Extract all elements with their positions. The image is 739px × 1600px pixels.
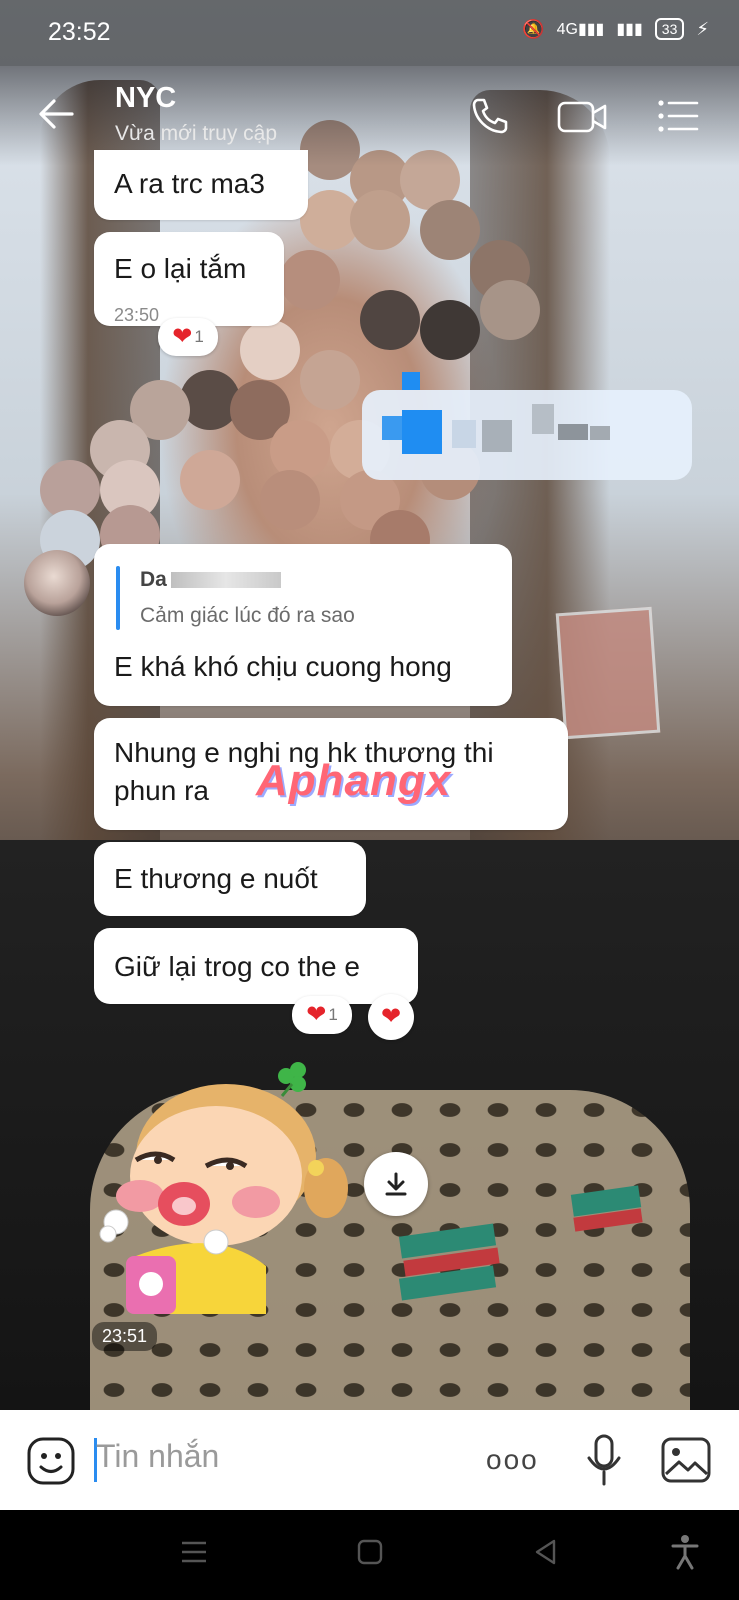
status-time: 23:52 (48, 18, 111, 46)
emoji-icon[interactable] (26, 1436, 76, 1486)
sticker-image[interactable] (96, 1056, 356, 1320)
heart-icon: ❤ (306, 1001, 327, 1028)
recents-menu-icon[interactable] (180, 1538, 208, 1566)
signal-icon: 4G▮▮▮ (556, 21, 605, 38)
message-text: E khá khó chịu cuong hong (114, 651, 452, 682)
heart-icon: ❤ (172, 323, 193, 350)
message-text: A ra trc ma3 (114, 168, 265, 199)
reaction-count: 1 (194, 327, 204, 346)
video-icon[interactable] (556, 94, 608, 138)
censored-sent-bubble (362, 372, 692, 480)
message-time: 23:50 (114, 305, 160, 325)
more-options-icon[interactable]: ooo (486, 1444, 539, 1476)
reaction-badge[interactable]: ❤ 1 (292, 996, 352, 1034)
image-gallery-icon[interactable] (660, 1436, 712, 1484)
download-button[interactable] (364, 1152, 428, 1216)
charging-icon: ⚡ (696, 18, 709, 39)
message-text: Giữ lại trog co the e (114, 951, 360, 982)
back-icon[interactable] (532, 1538, 560, 1566)
microphone-icon[interactable] (584, 1432, 624, 1488)
system-navigation-bar (0, 1510, 739, 1600)
back-arrow-icon[interactable] (36, 94, 76, 134)
message-bubble[interactable]: E thương e nuốt (94, 842, 366, 916)
heart-icon: ❤ (380, 1003, 402, 1030)
status-icons: 🔕 4G▮▮▮ ▮▮▮ 33 ⚡ (522, 18, 709, 40)
quote-bar (116, 566, 120, 630)
signal-icon-2: ▮▮▮ (616, 21, 643, 38)
battery-icon: 33 (654, 18, 685, 40)
download-icon (385, 1172, 407, 1196)
last-seen-status: Vừa mới truy cập (115, 122, 278, 145)
sticker-time: 23:51 (92, 1322, 158, 1351)
reaction-badge[interactable]: ❤ 1 (158, 318, 218, 356)
vibrate-mute-icon: 🔕 (522, 18, 545, 39)
phone-icon[interactable] (468, 94, 512, 138)
message-bubble[interactable]: A ra trc ma3 (94, 150, 308, 220)
message-body: E khá khó chịu cuong hong (94, 640, 512, 700)
message-bubble[interactable]: Giữ lại trog co the e (94, 928, 418, 1004)
reaction-count: 1 (328, 1005, 338, 1024)
message-bubble[interactable]: E o lại tắm 23:50 (94, 232, 284, 326)
quote-author: Da (140, 568, 281, 592)
message-text: E thương e nuốt (114, 863, 318, 894)
contact-name[interactable]: NYC (115, 82, 176, 115)
status-bar: 23:52 🔕 4G▮▮▮ ▮▮▮ 33 ⚡ (0, 0, 739, 66)
quote-text: Cảm giác lúc đó ra sao (140, 604, 355, 627)
watermark-logo: Aphangx (256, 756, 452, 805)
accessibility-icon[interactable] (670, 1534, 700, 1570)
home-icon[interactable] (356, 1538, 384, 1566)
add-reaction-button[interactable]: ❤ (368, 994, 414, 1040)
menu-list-icon[interactable] (656, 94, 700, 138)
background-poster (555, 606, 661, 740)
message-composer: Tin nhắn ooo (0, 1410, 739, 1510)
message-text: E o lại tắm (114, 253, 247, 284)
message-input[interactable]: Tin nhắn (96, 1438, 219, 1475)
avatar[interactable] (24, 550, 90, 616)
